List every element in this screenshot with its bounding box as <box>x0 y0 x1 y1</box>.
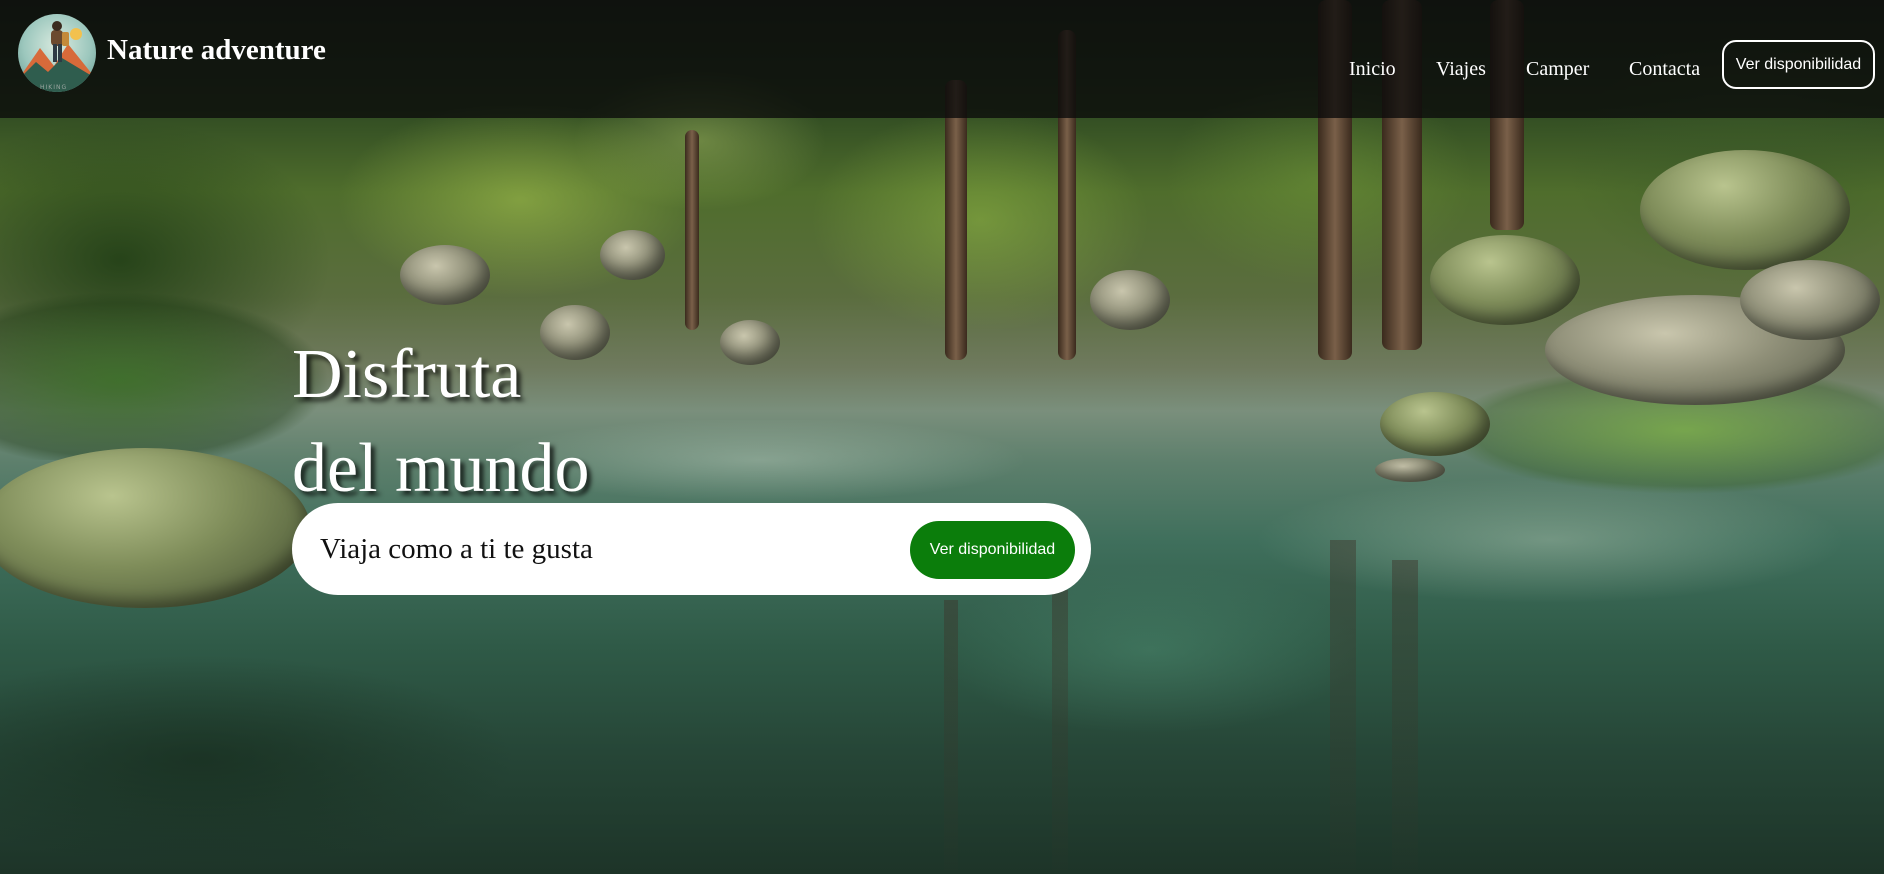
site-header: HIKING Nature adventure Inicio Viajes Ca… <box>0 0 1884 118</box>
search-availability-button[interactable]: Ver disponibilidad <box>910 521 1075 579</box>
logo-caption: HIKING <box>40 84 68 91</box>
nav-link-inicio[interactable]: Inicio <box>1349 58 1396 81</box>
river-boulder <box>720 320 780 365</box>
nav-link-viajes[interactable]: Viajes <box>1436 58 1486 81</box>
trunk-reflection <box>1330 540 1356 870</box>
hero-title-line-1: Disfruta <box>292 336 522 413</box>
nav-link-camper[interactable]: Camper <box>1526 58 1589 81</box>
logo-graphic <box>22 21 92 92</box>
hiker-mountain-logo-icon[interactable] <box>18 14 96 92</box>
trunk-reflection <box>1392 560 1418 870</box>
nav-link-contacta[interactable]: Contacta <box>1629 58 1700 81</box>
hero-title: Disfruta del mundo <box>292 328 589 516</box>
search-input[interactable] <box>320 521 880 577</box>
trunk-reflection <box>1052 590 1068 870</box>
river-boulder <box>600 230 665 280</box>
trunk-reflection <box>944 600 958 870</box>
river-boulder <box>1640 150 1850 270</box>
tree-trunk <box>685 130 699 330</box>
header-availability-button[interactable]: Ver disponibilidad <box>1722 40 1875 89</box>
brand-title[interactable]: Nature adventure <box>107 34 326 67</box>
hero-search-bar: Ver disponibilidad <box>292 503 1091 595</box>
river-boulder <box>1090 270 1170 330</box>
river-boulder <box>1430 235 1580 325</box>
river-boulder <box>400 245 490 305</box>
hero-background-image <box>0 0 1884 874</box>
landing-page: HIKING Nature adventure Inicio Viajes Ca… <box>0 0 1884 874</box>
river-water <box>0 420 1884 874</box>
tree-trunk <box>945 80 967 360</box>
hero-title-line-2: del mundo <box>292 430 590 507</box>
river-boulder <box>1740 260 1880 340</box>
